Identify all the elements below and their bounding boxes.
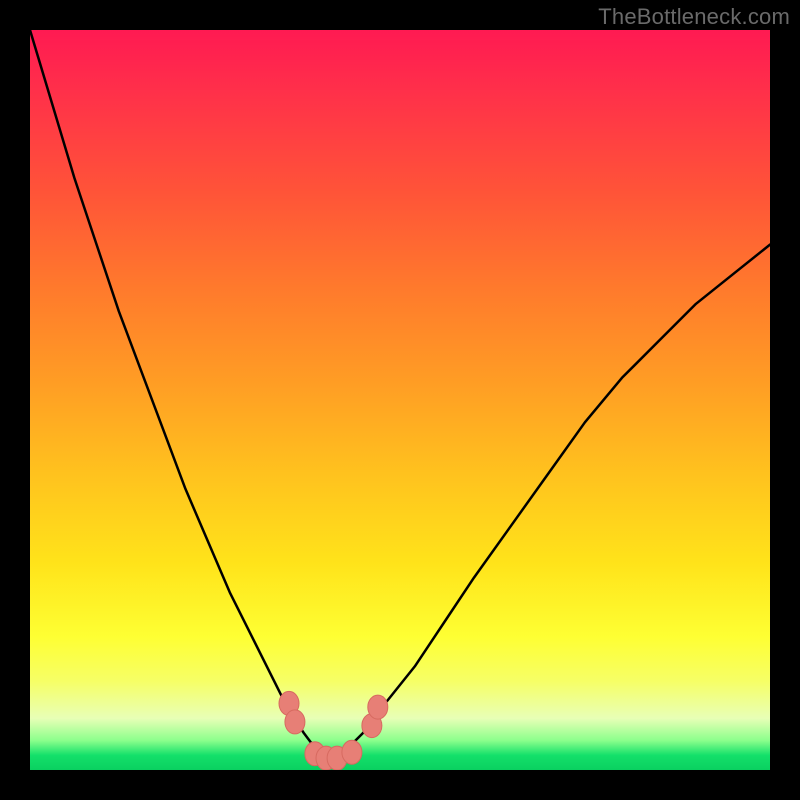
- bottleneck-curve: [30, 30, 770, 759]
- data-marker: [342, 740, 362, 764]
- plot-area: [30, 30, 770, 770]
- data-marker: [285, 710, 305, 734]
- data-marker: [368, 695, 388, 719]
- curve-layer: [30, 30, 770, 770]
- chart-frame: TheBottleneck.com: [0, 0, 800, 800]
- watermark-text: TheBottleneck.com: [598, 4, 790, 30]
